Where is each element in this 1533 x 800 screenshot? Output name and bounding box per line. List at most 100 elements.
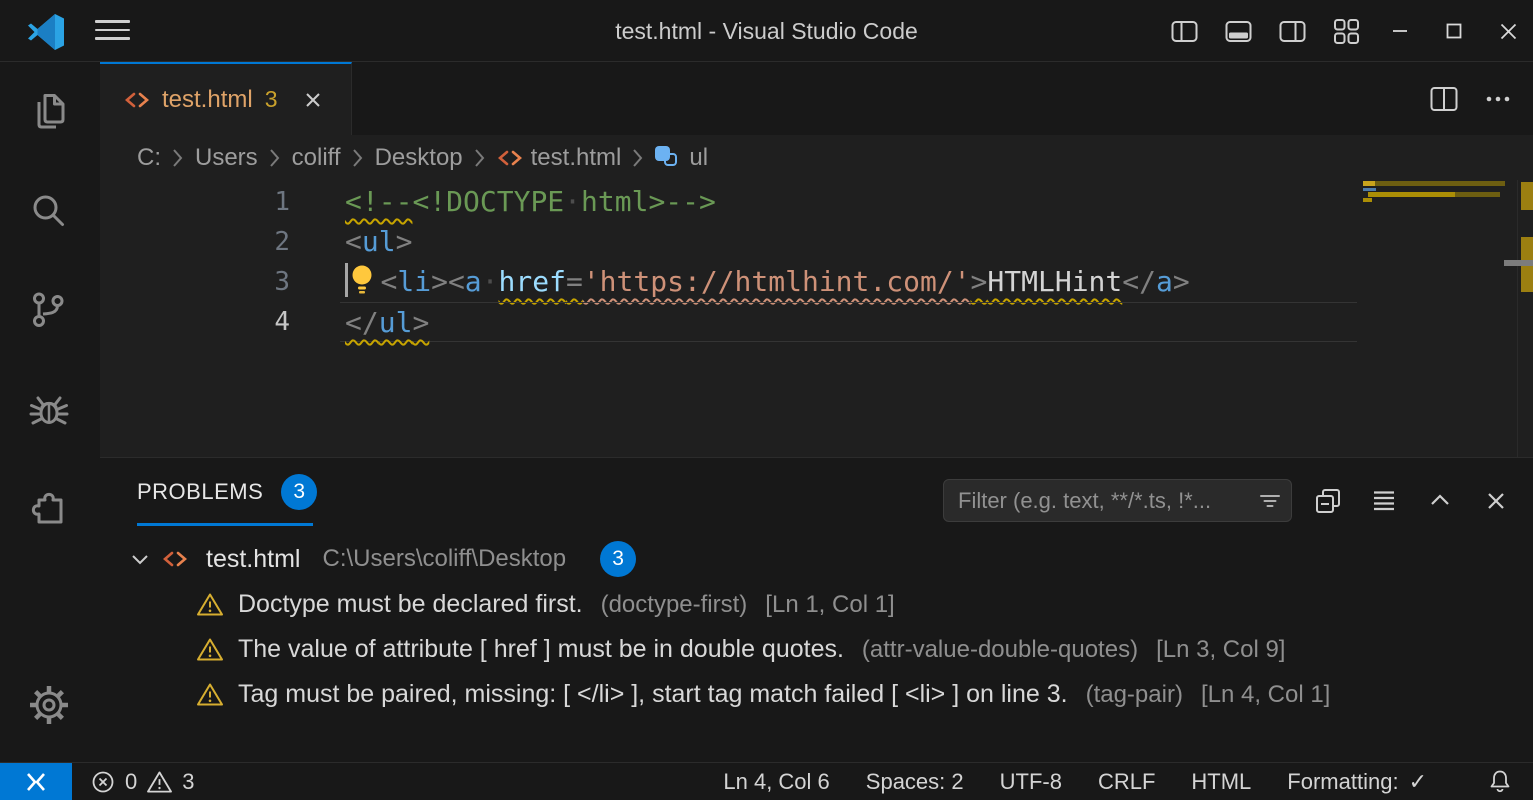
code-line-1: 1 <!--<!DOCTYPE·html>--> xyxy=(100,182,1357,222)
problems-status[interactable]: 0 3 xyxy=(90,769,195,795)
chevron-right-icon xyxy=(630,147,646,169)
problem-position: [Ln 1, Col 1] xyxy=(765,591,894,619)
eol-sequence[interactable]: CRLF xyxy=(1098,769,1155,795)
problems-panel: PROBLEMS 3 xyxy=(100,457,1533,762)
minimap-line-1 xyxy=(1363,181,1505,186)
toggle-primary-sidebar-icon[interactable] xyxy=(1169,16,1199,46)
line-number: 1 xyxy=(100,182,290,222)
problem-message: Tag must be paired, missing: [ </li> ], … xyxy=(238,680,1068,709)
customize-layout-icon[interactable] xyxy=(1331,16,1361,46)
overview-ruler xyxy=(1517,180,1533,457)
breadcrumb-item-symbol[interactable]: ul xyxy=(655,144,708,172)
problems-filter-input[interactable] xyxy=(958,488,1257,514)
overview-cursor-mark xyxy=(1504,260,1533,266)
overview-warning-mark xyxy=(1521,182,1533,210)
problems-count-badge: 3 xyxy=(281,474,317,510)
group-file-path: C:\Users\coliff\Desktop xyxy=(322,545,566,573)
language-mode[interactable]: HTML xyxy=(1191,769,1251,795)
line-number: 2 xyxy=(100,222,290,262)
view-as-list-icon[interactable] xyxy=(1369,486,1399,516)
chevron-right-icon xyxy=(350,147,366,169)
more-actions-icon[interactable] xyxy=(1483,85,1513,113)
tab-strip: test.html 3 xyxy=(100,62,1533,135)
code-line-2: 2 <ul> xyxy=(100,222,1357,262)
lightbulb-icon[interactable] xyxy=(349,263,375,296)
run-debug-icon[interactable] xyxy=(26,387,72,433)
warning-count: 3 xyxy=(182,769,194,795)
source-control-icon[interactable] xyxy=(26,287,72,333)
problem-source: (attr-value-double-quotes) xyxy=(862,636,1138,664)
group-file-name: test.html xyxy=(206,545,300,574)
tab-problems[interactable]: PROBLEMS 3 xyxy=(137,458,317,526)
toggle-panel-icon[interactable] xyxy=(1223,16,1253,46)
problem-row-3[interactable]: Tag must be paired, missing: [ </li> ], … xyxy=(100,672,1533,717)
chevron-right-icon xyxy=(170,147,186,169)
problem-source: (doctype-first) xyxy=(601,591,748,619)
encoding[interactable]: UTF-8 xyxy=(1000,769,1062,795)
warning-icon xyxy=(196,592,224,617)
extensions-icon[interactable] xyxy=(26,486,72,532)
explorer-icon[interactable] xyxy=(26,89,72,135)
chevron-right-icon xyxy=(472,147,488,169)
title-bar: test.html - Visual Studio Code xyxy=(0,0,1533,62)
symbol-module-icon xyxy=(655,146,681,170)
html-file-icon xyxy=(124,87,150,113)
cursor-position[interactable]: Ln 4, Col 6 xyxy=(723,769,829,795)
breadcrumb-item-drive[interactable]: C: xyxy=(137,144,161,172)
minimize-button[interactable] xyxy=(1385,16,1415,46)
activity-bar xyxy=(0,62,100,762)
error-count: 0 xyxy=(125,769,137,795)
breadcrumb-item-users[interactable]: Users xyxy=(195,144,258,172)
vscode-window: test.html - Visual Studio Code xyxy=(0,0,1533,800)
check-icon: ✓ xyxy=(1409,769,1427,795)
html-file-icon xyxy=(162,546,188,572)
code-editor[interactable]: 1 <!--<!DOCTYPE·html>--> 2 <ul> 3 <li><a… xyxy=(100,180,1533,457)
editor-group: test.html 3 C: xyxy=(100,62,1533,762)
tab-close-icon[interactable] xyxy=(302,89,324,111)
problem-row-2[interactable]: The value of attribute [ href ] must be … xyxy=(100,627,1533,672)
warning-icon xyxy=(196,682,224,707)
remote-icon xyxy=(21,767,51,797)
toggle-secondary-sidebar-icon[interactable] xyxy=(1277,16,1307,46)
formatting-status[interactable]: Formatting:✓ xyxy=(1287,769,1427,795)
notifications-bell-icon[interactable] xyxy=(1487,768,1513,795)
filter-icon xyxy=(1257,488,1283,514)
remote-indicator[interactable] xyxy=(0,763,72,800)
problem-message: Doctype must be declared first. xyxy=(238,590,583,619)
maximize-panel-icon[interactable] xyxy=(1425,486,1455,516)
warning-icon xyxy=(196,637,224,662)
problem-row-1[interactable]: Doctype must be declared first. (doctype… xyxy=(100,582,1533,627)
chevron-down-icon xyxy=(128,547,152,571)
status-bar: 0 3 Ln 4, Col 6 Spaces: 2 UTF-8 CRLF HTM… xyxy=(0,762,1533,800)
error-icon xyxy=(90,769,116,795)
collapse-all-icon[interactable] xyxy=(1313,486,1343,516)
breadcrumb-item-file[interactable]: test.html xyxy=(497,144,622,172)
maximize-button[interactable] xyxy=(1439,16,1469,46)
minimap[interactable] xyxy=(1363,180,1505,300)
code-line-3: 3 <li><a·href='https://htmlhint.com/'>HT… xyxy=(100,262,1357,302)
problems-filter xyxy=(943,479,1292,522)
settings-gear-icon[interactable] xyxy=(26,682,72,728)
minimap-line-2 xyxy=(1363,188,1376,192)
tab-label: test.html xyxy=(162,86,253,114)
problems-tab-label: PROBLEMS xyxy=(137,479,263,505)
minimap-line-4 xyxy=(1363,198,1372,202)
breadcrumb: C: Users coliff Desktop test.html ul xyxy=(100,135,1533,180)
problem-position: [Ln 4, Col 1] xyxy=(1201,681,1330,709)
breadcrumb-item-coliff[interactable]: coliff xyxy=(292,144,341,172)
close-panel-icon[interactable] xyxy=(1481,486,1511,516)
tab-test-html[interactable]: test.html 3 xyxy=(100,62,352,135)
search-icon[interactable] xyxy=(26,189,72,235)
tab-problem-count: 3 xyxy=(265,86,278,113)
line-number-active: 4 xyxy=(100,302,290,342)
close-button[interactable] xyxy=(1493,16,1523,46)
split-editor-icon[interactable] xyxy=(1429,85,1459,113)
indentation[interactable]: Spaces: 2 xyxy=(866,769,964,795)
breadcrumb-item-desktop[interactable]: Desktop xyxy=(375,144,463,172)
line-number: 3 xyxy=(100,262,290,302)
minimap-line-3 xyxy=(1368,192,1455,197)
problem-source: (tag-pair) xyxy=(1086,681,1183,709)
html-file-icon xyxy=(497,145,523,171)
warning-icon xyxy=(146,770,173,794)
problems-file-group[interactable]: test.html C:\Users\coliff\Desktop 3 xyxy=(100,536,1533,582)
